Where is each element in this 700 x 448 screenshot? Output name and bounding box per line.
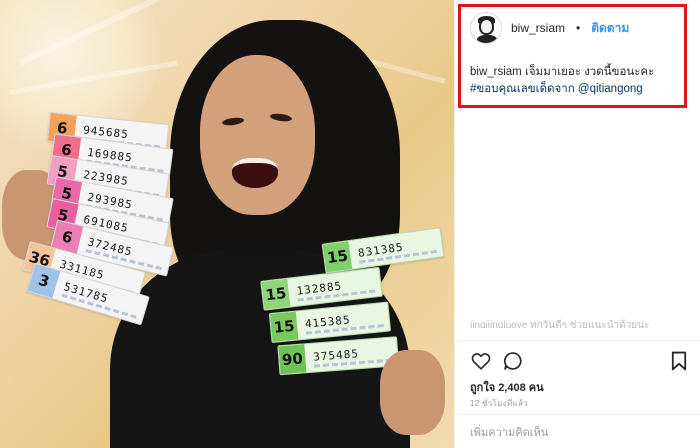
caption-hashtag[interactable]: #ขอบคุณเลขเด็ดจาก <box>470 83 575 95</box>
post-photo[interactable]: 6 945685 6 169885 5 223985 5 293985 5 691085 6 3724… <box>0 0 454 448</box>
lottery-ticket: 90 375485 <box>277 336 400 376</box>
comment-input[interactable] <box>470 424 685 442</box>
post-caption: biw_rsiam เจ็มมาเยอะ งวดนี้ขอนะคะ #ขอบคุ… <box>470 64 682 98</box>
likes-count[interactable]: ถูกใจ 2,408 คน <box>470 378 544 396</box>
faded-comment: jingjiingluoye ทุกวันดีๆ ช่วยแนะนำด้วยนะ <box>470 320 650 328</box>
follow-button[interactable]: ติดตาม <box>591 19 629 38</box>
separator-dot: • <box>576 21 581 35</box>
post-header: biw_rsiam • ติดตาม <box>470 10 629 46</box>
person-face <box>200 55 315 215</box>
avatar-body <box>477 35 497 43</box>
ticket-draw-number: 15 <box>269 311 299 342</box>
caption-username[interactable]: biw_rsiam <box>470 66 522 78</box>
ticket-draw-number: 15 <box>261 278 291 310</box>
post-actions <box>468 350 690 372</box>
panel-divider <box>458 414 700 415</box>
ticket-draw-number: 15 <box>322 241 353 273</box>
caption-text: เจ็มมาเยอะ งวดนี้ขอนะคะ <box>521 66 655 78</box>
username-link[interactable]: biw_rsiam <box>511 21 565 35</box>
avatar[interactable] <box>470 12 502 44</box>
comment-bubble-icon[interactable] <box>502 350 524 372</box>
heart-icon[interactable] <box>470 350 492 372</box>
person-mouth <box>232 158 278 188</box>
bookmark-icon[interactable] <box>668 350 690 372</box>
ticket-draw-number: 90 <box>278 344 307 375</box>
person-right-hand <box>380 350 445 435</box>
ticket-draw-number: 3 <box>27 263 61 299</box>
post-timestamp: 12 ชั่วโมงที่แล้ว <box>470 399 528 408</box>
caption-mention[interactable]: @qitiangong <box>578 83 643 95</box>
avatar-head <box>479 18 494 35</box>
panel-divider <box>458 340 700 341</box>
